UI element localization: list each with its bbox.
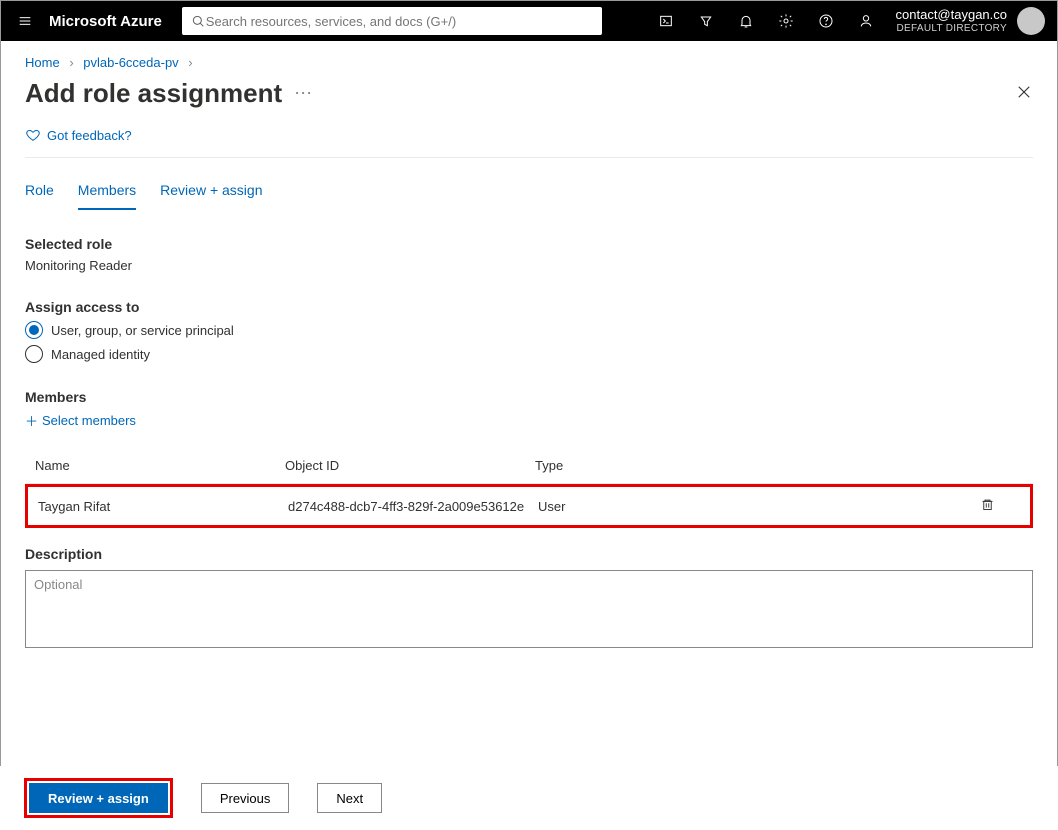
tab-role[interactable]: Role [25,176,54,210]
selected-role-section: Selected role Monitoring Reader [25,236,1033,273]
breadcrumb-resource[interactable]: pvlab-6cceda-pv [83,55,178,70]
select-members-link[interactable]: ＋ Select members [25,411,1033,430]
delete-icon[interactable] [980,497,1020,515]
account-email: contact@taygan.co [896,7,1007,23]
feedback-label: Got feedback? [47,128,132,143]
radio-label: User, group, or service principal [51,323,234,338]
tab-members[interactable]: Members [78,176,136,210]
more-icon[interactable]: ⋯ [294,83,312,104]
radio-user-group-sp[interactable]: User, group, or service principal [25,321,1033,339]
review-assign-highlight: Review + assign [24,778,173,818]
radio-managed-identity[interactable]: Managed identity [25,345,1033,363]
settings-icon[interactable] [766,1,806,41]
members-table: Name Object ID Type Taygan Rifat d274c48… [25,448,1033,528]
radio-icon [25,321,43,339]
heart-icon [25,127,41,143]
search-input[interactable] [206,14,594,29]
footer-bar: Review + assign Previous Next [0,766,1058,830]
brand-label[interactable]: Microsoft Azure [49,13,172,30]
plus-icon: ＋ [25,411,38,430]
feedback-icon[interactable] [846,1,886,41]
assign-access-heading: Assign access to [25,299,1033,315]
page-title: Add role assignment [25,78,282,109]
global-search[interactable] [182,7,602,35]
filter-icon[interactable] [686,1,726,41]
menu-icon[interactable] [1,1,49,41]
account-directory: DEFAULT DIRECTORY [896,23,1007,35]
members-section: Members ＋ Select members Name Object ID … [25,389,1033,528]
cell-name: Taygan Rifat [38,499,288,514]
avatar[interactable] [1017,7,1045,35]
previous-button[interactable]: Previous [201,783,290,813]
chevron-right-icon: › [182,55,198,70]
top-icon-group [646,1,886,41]
col-object-id: Object ID [285,458,535,473]
review-assign-button[interactable]: Review + assign [29,783,168,813]
members-heading: Members [25,389,1033,405]
tab-review-assign[interactable]: Review + assign [160,176,262,210]
content-area: Home › pvlab-6cceda-pv › Add role assign… [1,41,1057,767]
col-type: Type [535,458,765,473]
account-block[interactable]: contact@taygan.co DEFAULT DIRECTORY [886,7,1013,35]
cloud-shell-icon[interactable] [646,1,686,41]
radio-icon [25,345,43,363]
breadcrumb-home[interactable]: Home [25,55,60,70]
feedback-link[interactable]: Got feedback? [25,127,1033,158]
top-bar: Microsoft Azure contact@taygan.co DEFAUL… [1,1,1057,41]
description-input[interactable] [25,570,1033,648]
selected-role-heading: Selected role [25,236,1033,252]
cell-type: User [538,499,768,514]
chevron-right-icon: › [63,55,79,70]
description-heading: Description [25,546,1033,562]
breadcrumb: Home › pvlab-6cceda-pv › [25,55,1033,70]
help-icon[interactable] [806,1,846,41]
close-icon[interactable] [1015,83,1033,104]
radio-label: Managed identity [51,347,150,362]
assign-access-section: Assign access to User, group, or service… [25,299,1033,363]
notifications-icon[interactable] [726,1,766,41]
col-name: Name [35,458,285,473]
cell-object-id: d274c488-dcb7-4ff3-829f-2a009e53612e [288,499,538,514]
table-header: Name Object ID Type [25,448,1033,484]
selected-role-value: Monitoring Reader [25,258,1033,273]
select-members-label: Select members [42,413,136,428]
tab-bar: Role Members Review + assign [25,162,1033,210]
next-button[interactable]: Next [317,783,382,813]
table-row[interactable]: Taygan Rifat d274c488-dcb7-4ff3-829f-2a0… [25,484,1033,528]
